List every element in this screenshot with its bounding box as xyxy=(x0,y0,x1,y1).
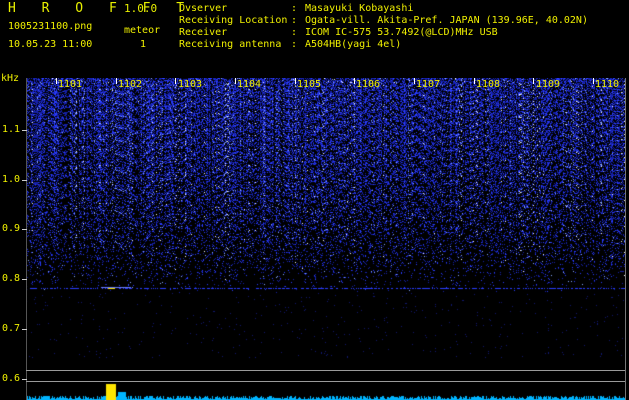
y-tick-label: 0.6 xyxy=(2,373,21,384)
x-tick-mark xyxy=(593,78,594,84)
minute-label: 1102 xyxy=(118,79,143,90)
y-tick-label: 1.0 xyxy=(2,174,21,185)
info-separator: : xyxy=(291,3,298,14)
station-info-table: Ovserver: Masayuki Kobayashi Receiving Lo… xyxy=(179,3,588,51)
y-tick-mark xyxy=(22,279,27,280)
info-separator: : xyxy=(291,15,298,26)
info-row-antenna: Receiving antenna: A504HB(yagi 4el) xyxy=(179,39,588,51)
x-tick-mark xyxy=(116,78,117,84)
x-tick-mark xyxy=(533,78,534,84)
x-tick-mark xyxy=(354,78,355,84)
minute-label: 1105 xyxy=(297,79,322,90)
minute-label: 1103 xyxy=(178,79,203,90)
plot-left-border xyxy=(26,78,27,400)
minute-label: 1107 xyxy=(416,79,441,90)
y-tick-mark xyxy=(22,229,27,230)
info-separator: : xyxy=(291,39,298,50)
info-row-location: Receiving Location: Ogata-vill. Akita-Pre… xyxy=(179,15,588,27)
plot-right-border xyxy=(625,78,626,400)
header-panel: H R O F F T 1.0.0 1005231100.png 10.05.2… xyxy=(0,0,629,78)
file-name: 1005231100.png xyxy=(8,21,93,32)
minute-label: 1110 xyxy=(595,79,620,90)
app-title: H R O F F T xyxy=(8,1,194,16)
info-separator: : xyxy=(291,27,298,38)
info-key: Ovserver xyxy=(179,3,228,14)
y-tick-mark xyxy=(22,130,27,131)
spectrogram-plot xyxy=(26,78,625,400)
y-tick-mark xyxy=(22,379,27,380)
y-tick-label: 0.8 xyxy=(2,273,21,284)
minute-label: 1108 xyxy=(476,79,501,90)
info-key: Receiver xyxy=(179,27,228,38)
date-time: 10.05.23 11:00 xyxy=(8,39,93,50)
y-tick-mark xyxy=(22,329,27,330)
minute-label: 1104 xyxy=(237,79,262,90)
x-tick-mark xyxy=(414,78,415,84)
minute-label: 1109 xyxy=(536,79,561,90)
info-value: Ogata-vill. Akita-Pref. JAPAN (139.96E, … xyxy=(305,15,588,26)
info-key: Receiving antenna xyxy=(179,39,282,50)
info-value: A504HB(yagi 4el) xyxy=(305,39,402,50)
marker-line-upper xyxy=(26,370,625,371)
x-tick-mark xyxy=(235,78,236,84)
meteor-count: 1 xyxy=(140,39,147,50)
minute-label: 1101 xyxy=(58,79,83,90)
meteor-label: meteor xyxy=(124,25,161,36)
info-row-observer: Ovserver: Masayuki Kobayashi xyxy=(179,3,588,15)
app-version: 1.0.0 xyxy=(124,2,158,15)
x-tick-mark xyxy=(175,78,176,84)
y-tick-mark xyxy=(22,180,27,181)
x-tick-mark xyxy=(56,78,57,84)
y-tick-label: 0.9 xyxy=(2,223,21,234)
marker-line-lower xyxy=(26,381,625,382)
y-tick-label: 1.1 xyxy=(2,124,21,135)
x-tick-mark xyxy=(474,78,475,84)
x-tick-mark xyxy=(295,78,296,84)
info-key: Receiving Location xyxy=(179,15,288,26)
minute-label: 1106 xyxy=(356,79,381,90)
y-tick-label: 0.7 xyxy=(2,323,21,334)
y-axis-unit: kHz xyxy=(1,73,20,84)
info-value: Masayuki Kobayashi xyxy=(305,3,414,14)
spectrogram-canvas xyxy=(26,78,625,400)
info-row-receiver: Receiver: ICOM IC-575 53.7492(@LCD)MHz US… xyxy=(179,27,588,39)
info-value: ICOM IC-575 53.7492(@LCD)MHz USB xyxy=(305,27,498,38)
